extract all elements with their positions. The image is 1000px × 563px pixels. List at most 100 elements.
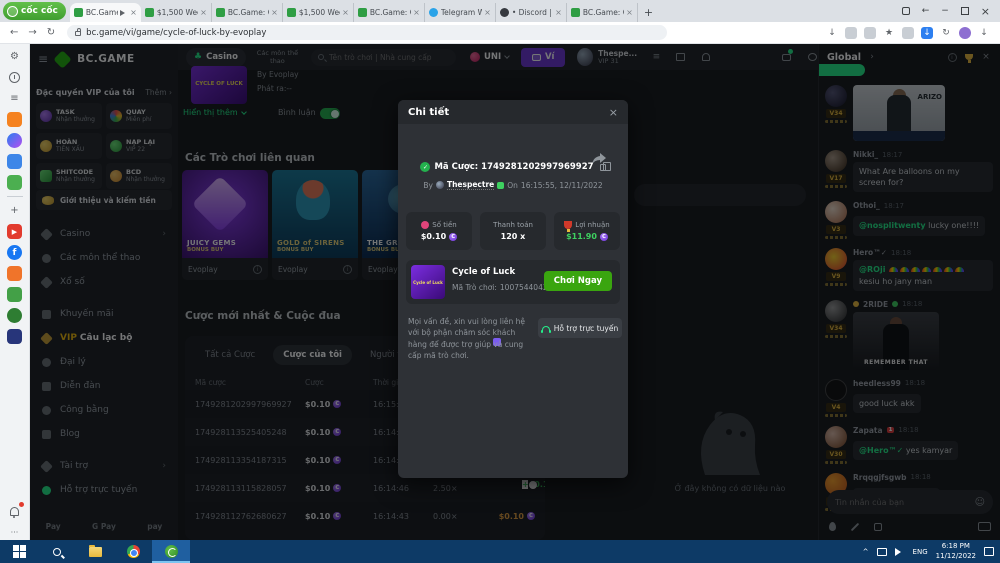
clock[interactable]: 6:18 PM 11/12/2022 xyxy=(936,542,976,560)
bet-id-value: 1749281202997969927 xyxy=(481,162,593,172)
messenger-icon[interactable] xyxy=(7,133,22,148)
add-shortcut-icon[interactable]: + xyxy=(7,203,22,218)
browser-tab[interactable]: Telegram Web xyxy=(425,3,496,22)
tab-search-icon[interactable] xyxy=(902,7,910,15)
shopping-app-icon[interactable] xyxy=(7,266,22,281)
hidden-icons-chevron[interactable] xyxy=(863,548,869,556)
coccoc-taskbar-icon[interactable] xyxy=(152,540,190,563)
history-icon[interactable] xyxy=(7,70,22,85)
notifications-bell-icon[interactable] xyxy=(7,504,22,519)
minimize-button[interactable]: − xyxy=(941,6,949,16)
reload-button[interactable]: ↻ xyxy=(47,27,55,38)
action-center-icon[interactable] xyxy=(984,547,994,556)
bet-author-row: By Thespectre On 16:15:55, 12/11/2022 xyxy=(398,180,628,190)
bcgame-favicon xyxy=(358,8,367,17)
tab-title: • Discord | #gam xyxy=(512,8,553,17)
bet-datetime: 16:15:55, 12/11/2022 xyxy=(521,181,603,190)
extension-icon[interactable] xyxy=(864,27,876,39)
coin-icon xyxy=(449,233,457,241)
game-thumbnail[interactable]: Cycle of Luck xyxy=(411,265,445,299)
close-tab-icon[interactable] xyxy=(555,8,562,17)
tab-title: $1,500 Weekend Ev xyxy=(299,8,340,17)
modal-game-card: Cycle of Luck Cycle of Luck Mã Trò chơi:… xyxy=(406,260,620,304)
screen: cốc cốc BC.Game: Crypt $1,500 Weekend Ev… xyxy=(0,0,1000,563)
coin-icon xyxy=(600,233,608,241)
garden-app-icon[interactable] xyxy=(7,308,22,323)
hot-news-icon[interactable] xyxy=(7,112,22,127)
bookmark-star-icon[interactable]: ★ xyxy=(883,27,895,39)
custom-app-icon[interactable] xyxy=(7,329,22,344)
headset-icon xyxy=(542,326,550,331)
copy-icon[interactable] xyxy=(600,164,606,171)
file-explorer-icon[interactable] xyxy=(76,540,114,563)
downloads-icon[interactable]: ↓ xyxy=(978,27,990,39)
close-tab-icon[interactable] xyxy=(484,8,491,17)
play-now-button[interactable]: Chơi Ngay xyxy=(544,271,612,291)
close-modal-icon[interactable] xyxy=(609,106,618,119)
more-menu-icon[interactable]: ··· xyxy=(7,525,22,540)
browser-tab[interactable]: BC.Game: Crypto Ca xyxy=(354,3,425,22)
coccoc-brand-button[interactable]: cốc cốc xyxy=(3,2,66,20)
network-icon[interactable] xyxy=(877,548,887,556)
adblock-icon[interactable] xyxy=(902,27,914,39)
browser-tab[interactable]: BC.Game: Crypto Ca xyxy=(212,3,283,22)
modal-title: Chi tiết xyxy=(408,107,449,118)
bet-stats: Số tiền $0.10 Thanh toán 120 x Lợi nhuận… xyxy=(406,212,620,250)
language-indicator[interactable]: ENG xyxy=(913,548,928,556)
bet-details-modal: Chi tiết Mã Cược: 1749281202997969927 By… xyxy=(398,100,628,478)
chrome-icon[interactable] xyxy=(114,540,152,563)
bet-id-row: Mã Cược: 1749281202997969927 xyxy=(398,162,628,172)
download-manager-icon[interactable]: ↓ xyxy=(921,27,933,39)
player-avatar xyxy=(436,181,444,189)
browser-tab[interactable]: $1,500 Weekend Ev xyxy=(141,3,212,22)
tab-title: $1,500 Weekend Ev xyxy=(157,8,198,17)
browser-tab[interactable]: $1,500 Weekend Ev xyxy=(283,3,354,22)
browser-tab[interactable]: BC.Game: Crypt xyxy=(70,3,141,22)
youtube-icon[interactable]: ▶ xyxy=(7,224,22,239)
bcgame-page: BC.GAME Đặc quyền VIP của tôi Thêm › TAS… xyxy=(30,44,1000,540)
live-support-button[interactable]: Hỗ trợ trực tuyến xyxy=(538,318,622,338)
notes-app-icon[interactable] xyxy=(7,287,22,302)
bookmark-app-icon[interactable] xyxy=(7,154,22,169)
settings-gear-icon[interactable]: ⚙ xyxy=(7,49,22,64)
windows-taskbar: ENG 6:18 PM 11/12/2022 xyxy=(0,540,1000,563)
stat-profit: Lợi nhuận $11.90 xyxy=(554,212,620,250)
forward-button[interactable]: → xyxy=(28,27,36,38)
reading-list-icon[interactable]: ≡ xyxy=(7,91,22,106)
profile-avatar[interactable] xyxy=(959,27,971,39)
tab-audio-icon[interactable] xyxy=(120,10,128,16)
player-level-icon xyxy=(497,182,504,189)
bcgame-favicon xyxy=(74,8,83,17)
games-icon[interactable] xyxy=(7,175,22,190)
save-page-icon[interactable]: ↓ xyxy=(826,27,838,39)
facebook-icon[interactable]: f xyxy=(7,245,22,260)
close-tab-icon[interactable] xyxy=(130,8,137,17)
maximize-button[interactable] xyxy=(961,7,969,15)
close-tab-icon[interactable] xyxy=(342,8,349,17)
player-name[interactable]: Thespectre xyxy=(447,180,494,190)
close-tab-icon[interactable] xyxy=(626,8,633,17)
bcgame-favicon xyxy=(571,8,580,17)
extension-icon[interactable] xyxy=(845,27,857,39)
taskbar-search-icon[interactable] xyxy=(38,540,76,563)
close-tab-icon[interactable] xyxy=(200,8,207,17)
verified-check-icon xyxy=(420,162,430,172)
close-tab-icon[interactable] xyxy=(413,8,420,17)
browser-tabstrip: cốc cốc BC.Game: Crypt $1,500 Weekend Ev… xyxy=(0,0,1000,22)
back-button[interactable]: ← xyxy=(10,27,18,38)
browser-tab[interactable]: • Discord | #gam xyxy=(496,3,567,22)
start-button[interactable] xyxy=(0,540,38,563)
tab-title: Telegram Web xyxy=(441,8,482,17)
sync-icon[interactable]: ↻ xyxy=(940,27,952,39)
browser-sidebar: ⚙ ≡ + ▶ f ··· xyxy=(0,44,30,540)
stat-amount: Số tiền $0.10 xyxy=(406,212,472,250)
close-window-button[interactable] xyxy=(981,5,990,18)
history-back-icon[interactable]: ← xyxy=(922,6,930,16)
address-bar[interactable]: bc.game/vi/game/cycle-of-luck-by-evoplay xyxy=(67,25,667,40)
close-tab-icon[interactable] xyxy=(271,8,278,17)
url-text: bc.game/vi/game/cycle-of-luck-by-evoplay xyxy=(86,28,266,38)
telegram-favicon xyxy=(429,8,438,17)
browser-tab[interactable]: BC.Game: Crypto Ca xyxy=(567,3,638,22)
new-tab-button[interactable]: + xyxy=(644,6,653,19)
volume-icon[interactable] xyxy=(895,548,905,556)
